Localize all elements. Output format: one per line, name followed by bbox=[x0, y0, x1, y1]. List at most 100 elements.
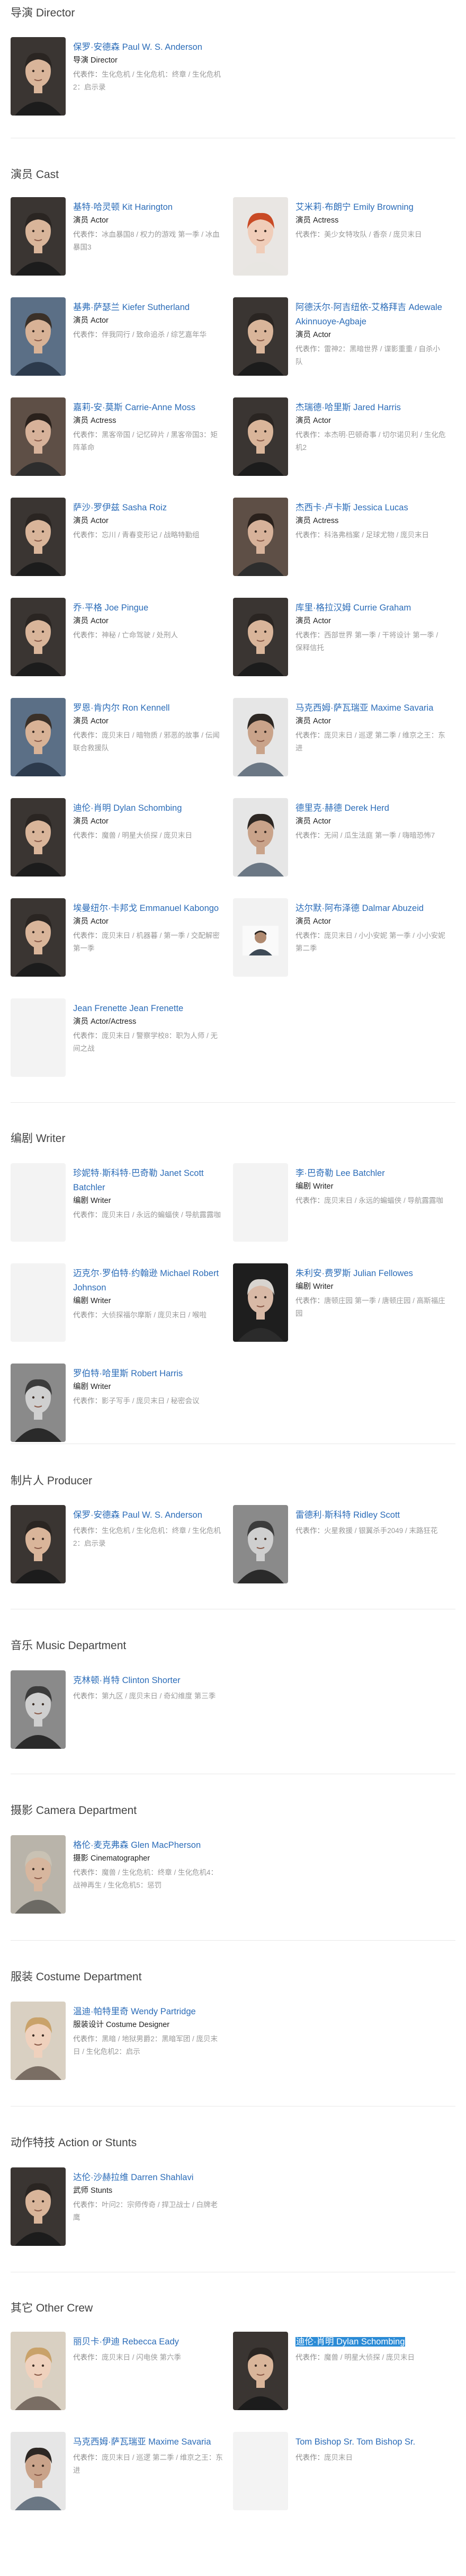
person-photo[interactable] bbox=[233, 1263, 288, 1342]
person-photo[interactable] bbox=[11, 397, 66, 476]
person-photo[interactable] bbox=[11, 1835, 66, 1914]
person-photo[interactable] bbox=[11, 998, 66, 1077]
person-card[interactable]: 保罗·安德森 Paul W. S. Anderson 导演 Director 代表作… bbox=[11, 37, 225, 137]
person-card[interactable]: 乔·平格 Joe Pingue 演员 Actor 代表作：神秘 / 亡命驾驶 / 处… bbox=[11, 598, 225, 698]
person-card[interactable]: 珍妮特·斯科特·巴奇勒 Janet Scott Batchler 编剧 Write… bbox=[11, 1163, 225, 1263]
person-name-link[interactable]: 杰瑞德·哈里斯 Jared Harris bbox=[295, 401, 447, 415]
person-card[interactable]: 库里·格拉汉姆 Currie Graham 演员 Actor 代表作：西部世界 第一… bbox=[233, 598, 447, 698]
person-photo[interactable] bbox=[11, 798, 66, 877]
person-name-link[interactable]: 嘉莉-安·莫斯 Carrie-Anne Moss bbox=[73, 401, 225, 415]
person-name-link[interactable]: 库里·格拉汉姆 Currie Graham bbox=[295, 601, 447, 615]
person-photo[interactable] bbox=[11, 498, 66, 576]
person-name-link[interactable]: Tom Bishop Sr. Tom Bishop Sr. bbox=[295, 2435, 447, 2449]
person-photo[interactable] bbox=[233, 898, 288, 977]
person-name-link[interactable]: 艾米莉·布朗宁 Emily Browning bbox=[295, 200, 447, 215]
person-photo[interactable] bbox=[233, 698, 288, 776]
person-card[interactable]: 丽贝卡·伊迪 Rebecca Eady 代表作：庞贝末日 / 闪电侠 第六季 bbox=[11, 2332, 225, 2432]
person-name-link[interactable]: 迪伦·肖明 Dylan Schombing bbox=[295, 2335, 447, 2349]
person-photo[interactable] bbox=[11, 1263, 66, 1342]
person-name-link[interactable]: 乔·平格 Joe Pingue bbox=[73, 601, 225, 615]
person-name-link[interactable]: 萨沙·罗伊兹 Sasha Roiz bbox=[73, 501, 225, 515]
person-card[interactable]: 迪伦·肖明 Dylan Schombing 代表作：魔兽 / 明星大侦探 / 庞贝… bbox=[233, 2332, 447, 2432]
person-photo[interactable] bbox=[11, 2002, 66, 2080]
person-card[interactable]: 达尔默·阿布泽德 Dalmar Abuzeid 演员 Actor 代表作：庞贝末日 … bbox=[233, 898, 447, 998]
person-photo[interactable] bbox=[233, 1163, 288, 1242]
person-name-link[interactable]: 埃曼纽尔·卡邦戈 Emmanuel Kabongo bbox=[73, 901, 225, 916]
person-name-link[interactable]: 马克西姆·萨瓦瑞亚 Maxime Savaria bbox=[73, 2435, 225, 2449]
person-photo[interactable] bbox=[233, 397, 288, 476]
person-photo[interactable] bbox=[11, 898, 66, 977]
person-name-link[interactable]: 达伦·沙赫拉维 Darren Shahlavi bbox=[73, 2171, 225, 2185]
person-card[interactable]: 格伦·麦克弗森 Glen MacPherson 摄影 Cinematographe… bbox=[11, 1835, 225, 1935]
person-name-link[interactable]: 迈克尔·罗伯特·约翰逊 Michael Robert Johnson bbox=[73, 1267, 225, 1295]
person-name-link[interactable]: 基弗·萨瑟兰 Kiefer Sutherland bbox=[73, 300, 225, 315]
person-card[interactable]: 迪伦·肖明 Dylan Schombing 演员 Actor 代表作：魔兽 / 明星… bbox=[11, 798, 225, 898]
person-card[interactable]: 罗伯特·哈里斯 Robert Harris 编剧 Writer 代表作：影子写手 /… bbox=[11, 1364, 225, 1464]
person-name-link[interactable]: 李·巴奇勒 Lee Batchler bbox=[295, 1166, 447, 1181]
person-name-link[interactable]: 朱利安·费罗斯 Julian Fellowes bbox=[295, 1267, 447, 1281]
person-photo[interactable] bbox=[11, 1163, 66, 1242]
person-card[interactable]: 迈克尔·罗伯特·约翰逊 Michael Robert Johnson 编剧 Wri… bbox=[11, 1263, 225, 1364]
person-photo[interactable] bbox=[11, 2167, 66, 2246]
person-name-link[interactable]: 基特·哈灵顿 Kit Harington bbox=[73, 200, 225, 215]
person-card[interactable]: 达伦·沙赫拉维 Darren Shahlavi 武师 Stunts 代表作：叶问2：… bbox=[11, 2167, 225, 2268]
person-card[interactable]: 萨沙·罗伊兹 Sasha Roiz 演员 Actor 代表作：忘川 / 青春变形记 … bbox=[11, 498, 225, 598]
person-photo[interactable] bbox=[11, 2332, 66, 2410]
person-photo[interactable] bbox=[11, 1505, 66, 1583]
person-photo[interactable] bbox=[233, 2332, 288, 2410]
person-photo[interactable] bbox=[11, 297, 66, 376]
person-photo[interactable] bbox=[11, 1364, 66, 1442]
person-card[interactable]: 马克西姆·萨瓦瑞亚 Maxime Savaria 演员 Actor 代表作：庞贝末日… bbox=[233, 698, 447, 798]
person-card[interactable]: 艾米莉·布朗宁 Emily Browning 演员 Actress 代表作：美少女特… bbox=[233, 197, 447, 297]
person-card[interactable]: 德里克·赫德 Derek Herd 演员 Actor 代表作：无间 / 瓜生法庭 第… bbox=[233, 798, 447, 898]
person-photo[interactable] bbox=[11, 598, 66, 676]
person-card[interactable]: 基特·哈灵顿 Kit Harington 演员 Actor 代表作：冰血暴国8 / … bbox=[11, 197, 225, 297]
person-photo[interactable] bbox=[233, 2432, 288, 2510]
person-photo[interactable] bbox=[233, 598, 288, 676]
person-photo[interactable] bbox=[233, 197, 288, 276]
person-name-link[interactable]: 罗伯特·哈里斯 Robert Harris bbox=[73, 1367, 225, 1381]
person-name-link[interactable]: 杰西卡·卢卡斯 Jessica Lucas bbox=[295, 501, 447, 515]
person-works: 代表作：黑客帝国 / 记忆碎片 / 黑客帝国3：矩阵革命 bbox=[73, 429, 225, 454]
person-photo[interactable] bbox=[11, 1670, 66, 1749]
person-name-link[interactable]: 雷德利·斯科特 Ridley Scott bbox=[295, 1508, 447, 1522]
person-card[interactable]: 杰西卡·卢卡斯 Jessica Lucas 演员 Actress 代表作：科洛弗档案… bbox=[233, 498, 447, 598]
person-photo[interactable] bbox=[11, 2432, 66, 2510]
person-card[interactable]: 嘉莉-安·莫斯 Carrie-Anne Moss 演员 Actress 代表作：黑客… bbox=[11, 397, 225, 498]
person-photo[interactable] bbox=[11, 698, 66, 776]
person-photo[interactable] bbox=[233, 798, 288, 877]
person-card[interactable]: 罗恩·肯内尔 Ron Kennell 演员 Actor 代表作：庞贝末日 / 暗物质… bbox=[11, 698, 225, 798]
person-card[interactable]: 克林顿·肖特 Clinton Shorter 代表作：第九区 / 庞贝末日 / 奇… bbox=[11, 1670, 225, 1771]
person-card[interactable]: 基弗·萨瑟兰 Kiefer Sutherland 演员 Actor 代表作：伴我同行… bbox=[11, 297, 225, 397]
person-name-link[interactable]: 迪伦·肖明 Dylan Schombing bbox=[73, 801, 225, 816]
person-card[interactable]: 雷德利·斯科特 Ridley Scott 代表作：火星救援 / 银翼杀手2049 … bbox=[233, 1505, 447, 1605]
person-photo[interactable] bbox=[233, 297, 288, 376]
person-name-link[interactable]: 保罗·安德森 Paul W. S. Anderson bbox=[73, 1508, 225, 1522]
person-name-link[interactable]: 克林顿·肖特 Clinton Shorter bbox=[73, 1674, 225, 1688]
person-name-link[interactable]: 达尔默·阿布泽德 Dalmar Abuzeid bbox=[295, 901, 447, 916]
person-name-link[interactable]: 温迪·帕特里奇 Wendy Partridge bbox=[73, 2005, 225, 2019]
person-card[interactable]: 马克西姆·萨瓦瑞亚 Maxime Savaria 代表作：庞贝末日 / 巡逻 第二… bbox=[11, 2432, 225, 2532]
person-name-link[interactable]: Jean Frenette Jean Frenette bbox=[73, 1002, 225, 1016]
person-photo[interactable] bbox=[11, 37, 66, 116]
person-card[interactable]: Tom Bishop Sr. Tom Bishop Sr. 代表作：庞贝末日 bbox=[233, 2432, 447, 2532]
person-card[interactable]: 朱利安·费罗斯 Julian Fellowes 编剧 Writer 代表作：唐顿庄园… bbox=[233, 1263, 447, 1364]
person-card[interactable]: 温迪·帕特里奇 Wendy Partridge 服装设计 Costume Desi… bbox=[11, 2002, 225, 2102]
person-name-link[interactable]: 马克西姆·萨瓦瑞亚 Maxime Savaria bbox=[295, 701, 447, 715]
person-card[interactable]: Jean Frenette Jean Frenette 演员 Actor/Actr… bbox=[11, 998, 225, 1099]
person-name-link[interactable]: 珍妮特·斯科特·巴奇勒 Janet Scott Batchler bbox=[73, 1166, 225, 1195]
person-name-link[interactable]: 德里克·赫德 Derek Herd bbox=[295, 801, 447, 816]
person-card[interactable]: 保罗·安德森 Paul W. S. Anderson 代表作：生化危机 / 生化危… bbox=[11, 1505, 225, 1605]
person-card[interactable]: 杰瑞德·哈里斯 Jared Harris 演员 Actor 代表作：本杰明·巴顿奇事… bbox=[233, 397, 447, 498]
person-name-link[interactable]: 丽贝卡·伊迪 Rebecca Eady bbox=[73, 2335, 225, 2349]
person-photo[interactable] bbox=[233, 498, 288, 576]
person-name-link[interactable]: 保罗·安德森 Paul W. S. Anderson bbox=[73, 40, 225, 55]
person-card[interactable]: 李·巴奇勒 Lee Batchler 编剧 Writer 代表作：庞贝末日 / 永远… bbox=[233, 1163, 447, 1263]
person-card[interactable]: 阿德沃尔·阿吉纽依-艾格拜吉 Adewale Akinnuoye-Agbaje 演… bbox=[233, 297, 447, 397]
person-name-link[interactable]: 阿德沃尔·阿吉纽依-艾格拜吉 Adewale Akinnuoye-Agbaje bbox=[295, 300, 447, 329]
person-name-link[interactable]: 格伦·麦克弗森 Glen MacPherson bbox=[73, 1838, 225, 1853]
person-photo[interactable] bbox=[233, 1505, 288, 1583]
person-card[interactable]: 埃曼纽尔·卡邦戈 Emmanuel Kabongo 演员 Actor 代表作：庞贝末… bbox=[11, 898, 225, 998]
person-name-link[interactable]: 罗恩·肯内尔 Ron Kennell bbox=[73, 701, 225, 715]
person-photo[interactable] bbox=[11, 197, 66, 276]
